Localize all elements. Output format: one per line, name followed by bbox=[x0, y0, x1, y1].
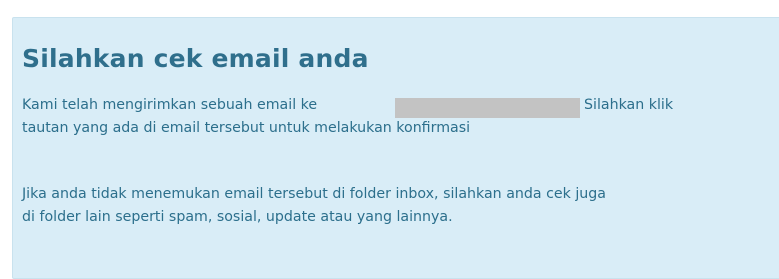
redacted-email-address bbox=[395, 98, 580, 118]
sent-line-2: tautan yang ada di email tersebut untuk … bbox=[22, 120, 471, 136]
not-found-line-1: Jika anda tidak menemukan email tersebut… bbox=[22, 186, 606, 202]
not-found-line-2: di folder lain seperti spam, sosial, upd… bbox=[22, 209, 453, 225]
click-instruction-text: Silahkan klik bbox=[584, 97, 674, 113]
notice-title: Silahkan cek email anda bbox=[22, 44, 369, 73]
notice-paragraph-not-found: Jika anda tidak menemukan email tersebut… bbox=[22, 183, 606, 229]
